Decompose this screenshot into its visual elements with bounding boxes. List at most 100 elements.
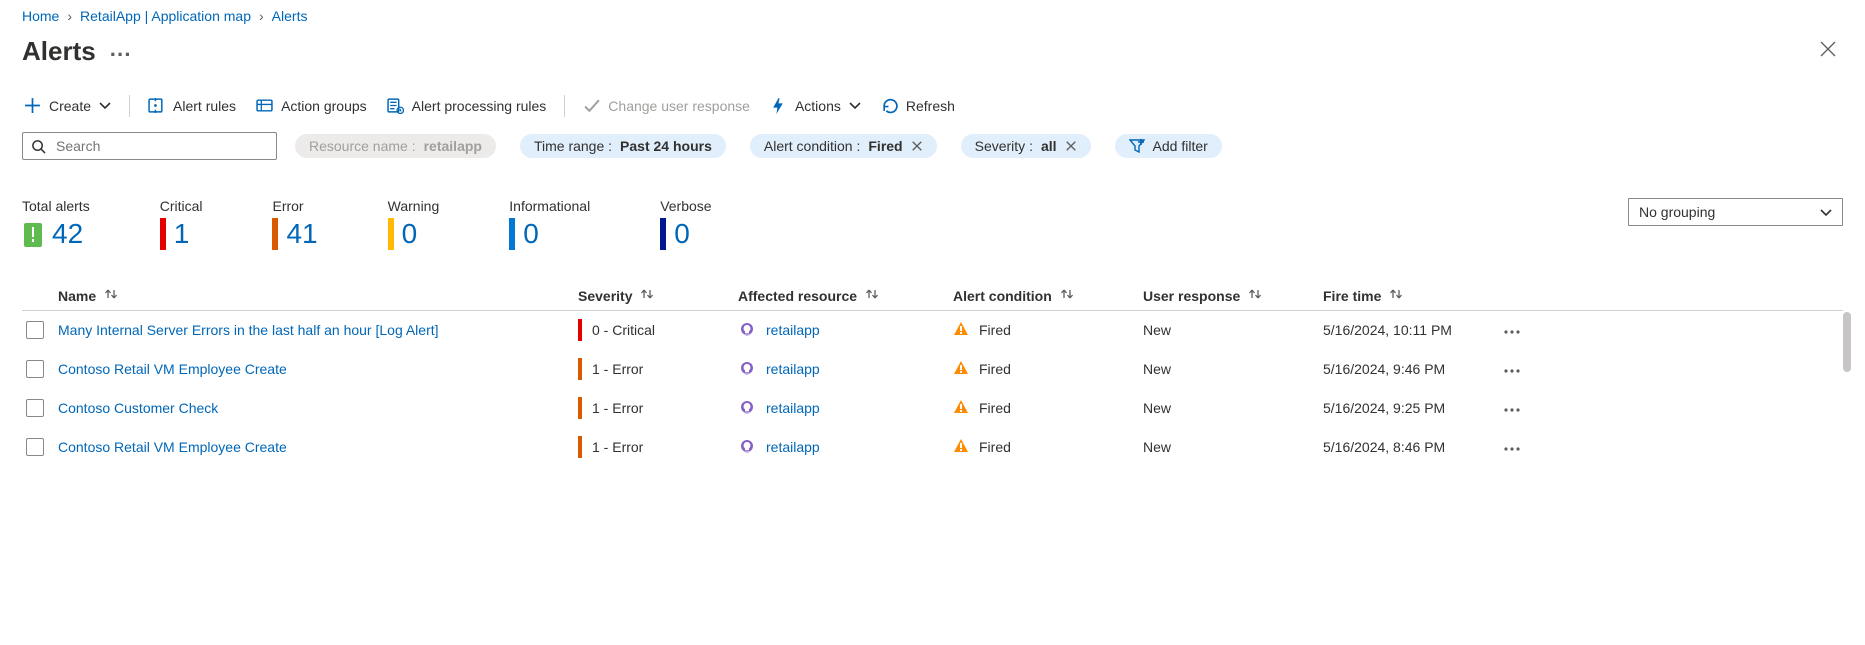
firetime-text: 5/16/2024, 8:46 PM	[1323, 439, 1445, 455]
row-more-icon[interactable]	[1503, 322, 1539, 338]
alert-name-link[interactable]: Contoso Retail VM Employee Create	[58, 361, 287, 377]
scrollbar[interactable]	[1843, 312, 1851, 372]
summary-cards: Total alerts 42 Critical 1 Error 41	[22, 198, 712, 250]
filter-condition-chip[interactable]: Alert condition : Fired	[750, 134, 937, 158]
close-icon[interactable]	[1813, 34, 1843, 67]
add-filter-label: Add filter	[1153, 138, 1208, 154]
condition-text: Fired	[979, 439, 1011, 455]
plus-icon	[24, 97, 41, 114]
col-resource-label: Affected resource	[738, 288, 857, 304]
resource-link[interactable]: retailapp	[766, 361, 820, 377]
summary-verbose[interactable]: Verbose 0	[660, 198, 711, 250]
severity-bar-icon	[578, 397, 582, 419]
filter-condition-value: Fired	[868, 138, 902, 154]
breadcrumb-item-appmap[interactable]: RetailApp | Application map	[80, 8, 251, 24]
col-severity[interactable]: Severity	[578, 287, 738, 304]
filter-severity-clear-icon[interactable]	[1065, 140, 1077, 152]
page-more-icon[interactable]: ···	[110, 38, 132, 66]
row-checkbox[interactable]	[26, 399, 44, 417]
filter-condition-clear-icon[interactable]	[911, 140, 923, 152]
table-row: Many Internal Server Errors in the last …	[22, 311, 1843, 350]
warning-icon	[953, 321, 969, 340]
summary-error[interactable]: Error 41	[272, 198, 317, 250]
summary-total-label: Total alerts	[22, 198, 90, 214]
action-groups-button[interactable]: Action groups	[254, 93, 369, 118]
toolbar: Create Alert rules Action groups Alert p…	[22, 71, 1843, 126]
severity-bar-icon	[578, 319, 582, 341]
chevron-down-icon	[99, 98, 111, 114]
col-name[interactable]: Name	[58, 287, 578, 304]
row-more-icon[interactable]	[1503, 400, 1539, 416]
action-groups-icon	[256, 97, 273, 114]
processing-rules-button[interactable]: Alert processing rules	[385, 93, 549, 118]
change-response-button: Change user response	[581, 93, 752, 118]
summary-info[interactable]: Informational 0	[509, 198, 590, 250]
resource-link[interactable]: retailapp	[766, 439, 820, 455]
processing-rules-icon	[387, 97, 404, 114]
col-condition-label: Alert condition	[953, 288, 1052, 304]
resource-link[interactable]: retailapp	[766, 322, 820, 338]
breadcrumb-separator: ›	[67, 8, 72, 24]
refresh-icon	[881, 97, 898, 114]
filter-condition-label: Alert condition :	[764, 138, 861, 154]
add-filter-button[interactable]: Add filter	[1115, 134, 1222, 158]
filter-severity-label: Severity :	[975, 138, 1033, 154]
grouping-dropdown[interactable]: No grouping	[1628, 198, 1843, 226]
firetime-text: 5/16/2024, 10:11 PM	[1323, 322, 1452, 338]
summary-critical[interactable]: Critical 1	[160, 198, 203, 250]
row-checkbox[interactable]	[26, 360, 44, 378]
severity-bar-verbose	[660, 218, 666, 250]
filter-time-chip[interactable]: Time range : Past 24 hours	[520, 134, 726, 158]
row-checkbox[interactable]	[26, 438, 44, 456]
summary-info-value: 0	[523, 218, 539, 250]
response-text: New	[1143, 361, 1171, 377]
summary-warning[interactable]: Warning 0	[388, 198, 440, 250]
actions-button[interactable]: Actions	[768, 93, 863, 118]
action-groups-label: Action groups	[281, 98, 367, 114]
search-input-wrap[interactable]	[22, 132, 277, 160]
col-resource[interactable]: Affected resource	[738, 287, 953, 304]
col-condition[interactable]: Alert condition	[953, 287, 1143, 304]
total-alerts-icon	[22, 219, 44, 249]
alert-rules-button[interactable]: Alert rules	[146, 93, 238, 118]
sort-icon	[865, 287, 879, 304]
table-row: Contoso Retail VM Employee Create 1 - Er…	[22, 428, 1843, 467]
row-more-icon[interactable]	[1503, 361, 1539, 377]
filter-severity-chip[interactable]: Severity : all	[961, 134, 1091, 158]
summary-verbose-value: 0	[674, 218, 690, 250]
resource-icon	[738, 438, 756, 456]
resource-link[interactable]: retailapp	[766, 400, 820, 416]
col-firetime[interactable]: Fire time	[1323, 287, 1503, 304]
table-header: Name Severity Affected resource Alert co…	[22, 280, 1843, 311]
summary-error-value: 41	[286, 218, 317, 250]
condition-text: Fired	[979, 400, 1011, 416]
alert-name-link[interactable]: Many Internal Server Errors in the last …	[58, 322, 439, 338]
sort-icon	[1248, 287, 1262, 304]
condition-text: Fired	[979, 361, 1011, 377]
response-text: New	[1143, 439, 1171, 455]
page-title: Alerts	[22, 36, 96, 67]
summary-critical-label: Critical	[160, 198, 203, 214]
severity-bar-icon	[578, 436, 582, 458]
breadcrumb-item-alerts[interactable]: Alerts	[272, 8, 308, 24]
col-response[interactable]: User response	[1143, 287, 1323, 304]
sort-icon	[1060, 287, 1074, 304]
alerts-table: Name Severity Affected resource Alert co…	[22, 280, 1843, 467]
create-button[interactable]: Create	[22, 93, 113, 118]
severity-bar-error	[272, 218, 278, 250]
alert-name-link[interactable]: Contoso Customer Check	[58, 400, 218, 416]
refresh-button[interactable]: Refresh	[879, 93, 957, 118]
breadcrumb-item-home[interactable]: Home	[22, 8, 59, 24]
search-input[interactable]	[54, 137, 268, 155]
toolbar-separator	[564, 95, 565, 117]
row-more-icon[interactable]	[1503, 439, 1539, 455]
filter-time-value: Past 24 hours	[620, 138, 712, 154]
severity-bar-icon	[578, 358, 582, 380]
severity-bar-critical	[160, 218, 166, 250]
row-checkbox[interactable]	[26, 321, 44, 339]
warning-icon	[953, 438, 969, 457]
alert-name-link[interactable]: Contoso Retail VM Employee Create	[58, 439, 287, 455]
sort-icon	[104, 287, 118, 304]
summary-total[interactable]: Total alerts 42	[22, 198, 90, 250]
resource-icon	[738, 360, 756, 378]
